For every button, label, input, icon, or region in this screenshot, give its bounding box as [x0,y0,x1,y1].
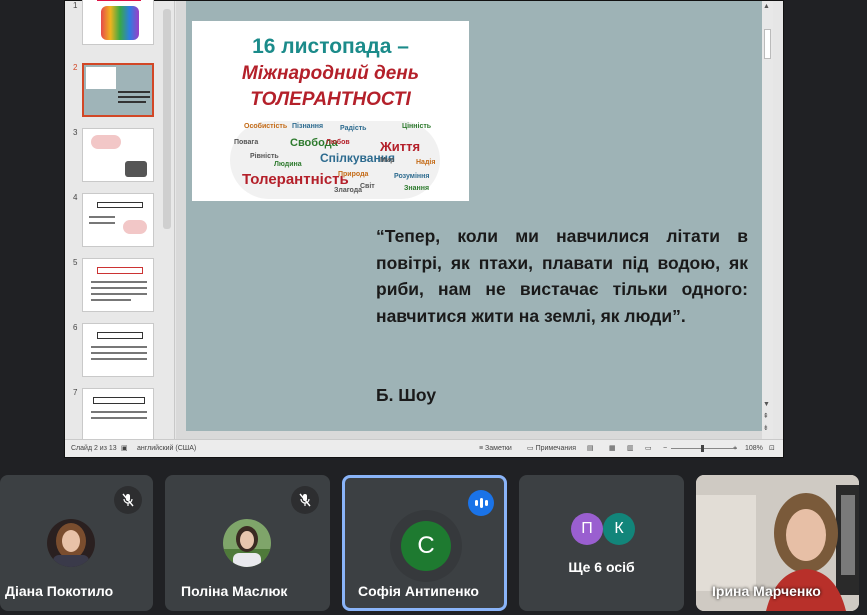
thumb-number: 2 [73,63,78,72]
more-participant-avatar: П [571,513,603,545]
participant-tile[interactable]: Поліна Маслюк [165,475,330,611]
cloud-word: Мир [380,157,395,164]
slide-thumbnail-2[interactable] [82,63,154,117]
participant-tile[interactable]: Діана Покотило [0,475,153,611]
participant-avatar: С [401,521,451,571]
mic-off-icon [114,486,142,514]
cloud-word: Пізнання [292,123,324,130]
cloud-word: Любов [326,139,350,146]
spellcheck-icon[interactable]: ▣ [121,440,128,457]
reading-view-icon[interactable]: ▥ [627,440,634,457]
banner-title: Міжнародний день [241,63,420,84]
speaking-ring: С [390,510,462,582]
zoom-out-icon[interactable]: − [663,440,667,457]
cloud-word: Злагода [334,187,363,194]
comments-icon: ▭ [527,445,534,452]
participant-avatar [47,519,95,567]
slide-thumbnail-3[interactable] [82,128,154,182]
notes-button[interactable]: ≡ Заметки [479,440,512,457]
zoom-slider[interactable] [671,445,737,452]
fit-to-window-icon[interactable]: ⊡ [769,440,775,457]
slide-thumbnail-5[interactable] [82,258,154,312]
slide-counter: Слайд 2 из 13 [71,445,117,452]
prev-slide-arrow-icon[interactable]: ⇞ [763,413,769,421]
thumb-number: 6 [73,323,78,332]
slide-vertical-scrollbar[interactable]: ▲ ▼ ⇞ ⇟ [762,1,773,439]
word-cloud: Толерантність Спілкування Життя Свобода … [230,121,440,199]
slide-thumbnail-6[interactable] [82,323,154,377]
zoom-slider-thumb[interactable] [701,445,704,452]
thumb-number: 7 [73,388,78,397]
cloud-word: Цінність [402,123,432,130]
shared-screen-powerpoint: 1 2 3 4 5 6 7 16 листопада – Міжнародний… [64,0,784,458]
banner-title-tolerance: ТОЛЕРАНТНОСТІ [250,89,411,110]
comments-label: Примечания [535,445,576,452]
cloud-word: Природа [338,171,369,178]
slide-editing-area: 16 листопада – Міжнародний день ТОЛЕРАНТ… [176,1,773,439]
comments-button[interactable]: ▭ Примечания [527,440,576,457]
cloud-word: Надія [416,159,436,166]
cloud-word: Рівність [250,153,279,160]
cloud-word: Радість [340,125,367,132]
normal-view-icon[interactable]: ▤ [587,440,594,457]
zoom-in-icon[interactable]: + [733,440,737,457]
cloud-word: Знання [404,185,430,192]
banner-date: 16 листопада – [252,35,409,58]
more-participant-avatar: К [603,513,635,545]
cloud-word: Людина [274,161,302,168]
slide-quote-author: Б. Шоу [376,385,437,405]
slideshow-icon[interactable]: ▭ [645,440,652,457]
cloud-word: Розуміння [394,173,430,180]
cloud-word: Повага [234,139,259,146]
tolerance-day-banner-image: 16 листопада – Міжнародний день ТОЛЕРАНТ… [192,21,469,201]
thumb-number: 4 [73,193,78,202]
speaking-indicator-icon [468,490,494,516]
participant-tile-video[interactable]: Ірина Марченко [696,475,859,611]
slide-thumbnail-pane[interactable]: 1 2 3 4 5 6 7 [65,0,175,442]
cloud-word: Життя [380,139,421,154]
powerpoint-status-bar: Слайд 2 из 13 ▣ английский (США) ≡ Замет… [65,439,783,457]
scroll-down-arrow-icon[interactable]: ▼ [763,401,770,409]
participant-name: Діана Покотило [5,583,114,599]
participant-name: Поліна Маслюк [181,583,288,599]
notes-label: Заметки [485,445,512,452]
thumb-number: 3 [73,128,78,137]
more-participants-tile[interactable]: П К Ще 6 осіб [519,475,684,611]
cloud-word: Особистість [244,123,288,130]
more-participants-label: Ще 6 осіб [568,559,635,575]
notes-icon: ≡ [479,445,484,452]
participant-name: Софія Антипенко [358,583,479,599]
mic-off-icon [291,486,319,514]
participant-tile-active-speaker[interactable]: С Софія Антипенко [342,475,507,611]
language-indicator[interactable]: английский (США) [137,440,196,457]
scroll-up-arrow-icon[interactable]: ▲ [763,3,770,11]
next-slide-arrow-icon[interactable]: ⇟ [763,425,769,433]
current-slide[interactable]: 16 листопада – Міжнародний день ТОЛЕРАНТ… [186,1,763,431]
slide-thumbnail-1[interactable] [82,0,154,45]
slide-sorter-icon[interactable]: ▦ [609,440,616,457]
thumb-number: 1 [73,1,78,10]
thumbnail-scrollbar[interactable] [163,9,171,229]
slide-thumbnail-4[interactable] [82,193,154,247]
thumb-number: 5 [73,258,78,267]
participant-avatar [223,519,271,567]
slide-quote-text: “Тепер, коли ми навчилися літати в повіт… [376,226,748,326]
cloud-word: Толерантність [242,171,349,188]
slide-thumbnail-7[interactable] [82,388,154,442]
participant-name: Ірина Марченко [712,583,821,599]
cloud-word: Світ [360,183,375,190]
zoom-level[interactable]: 108% [745,440,763,457]
scrollbar-thumb[interactable] [764,29,771,59]
